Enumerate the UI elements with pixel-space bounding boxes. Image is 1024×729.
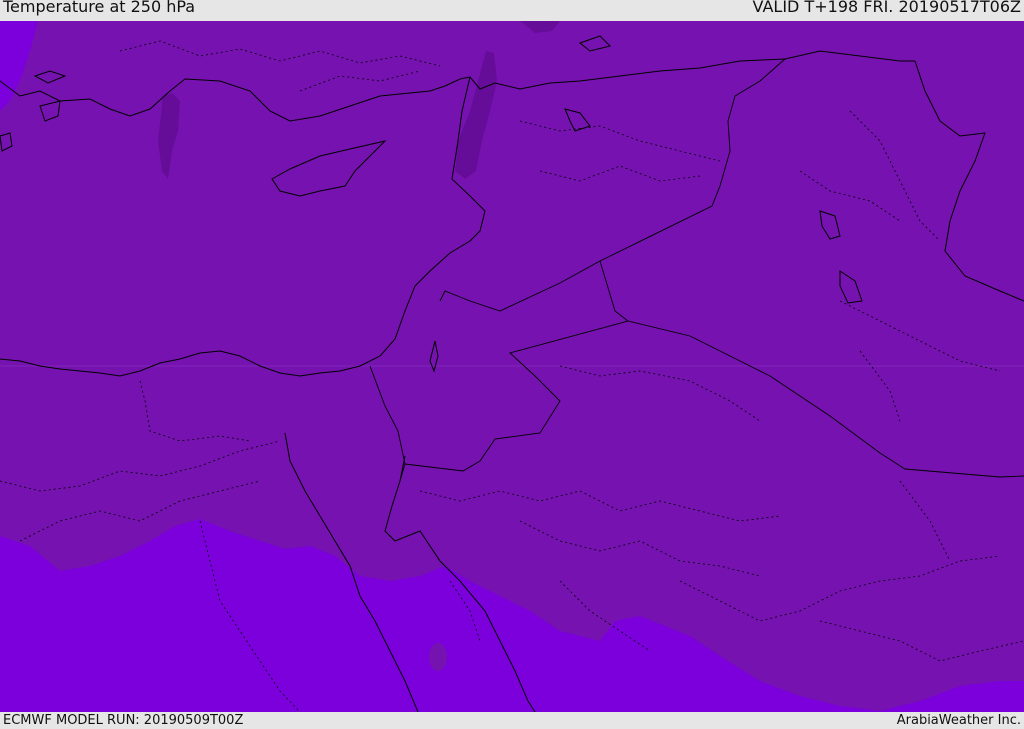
model-run: ECMWF MODEL RUN: 20190509T00Z — [3, 713, 244, 728]
weather-map[interactable] — [0, 21, 1024, 712]
footer-bar: ECMWF MODEL RUN: 20190509T00Z ArabiaWeat… — [0, 712, 1024, 729]
map-title: Temperature at 250 hPa — [3, 0, 196, 16]
valid-time: VALID T+198 FRI. 20190517T06Z — [752, 0, 1021, 16]
credit: ArabiaWeather Inc. — [896, 713, 1021, 728]
map-canvas — [0, 21, 1024, 712]
temperature-field-island — [429, 643, 447, 671]
header-bar: Temperature at 250 hPa VALID T+198 FRI. … — [0, 0, 1024, 21]
